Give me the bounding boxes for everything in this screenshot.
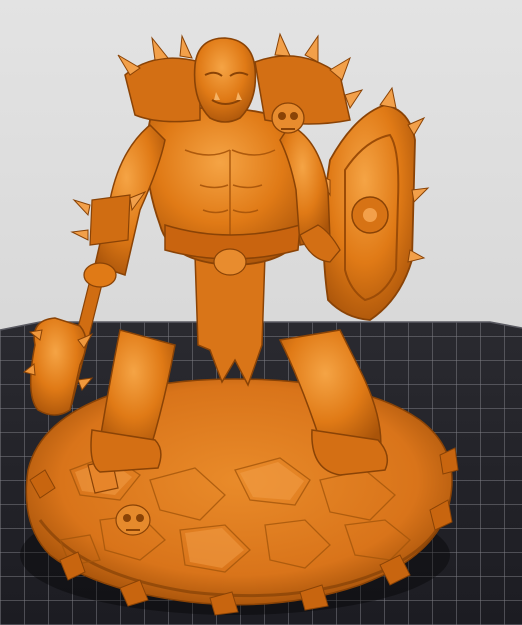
preview-canvas[interactable]: [0, 0, 522, 625]
skull-on-base: [115, 504, 151, 536]
shoulder-skull: [271, 102, 305, 134]
3d-print-preview-viewport[interactable]: [0, 0, 522, 625]
